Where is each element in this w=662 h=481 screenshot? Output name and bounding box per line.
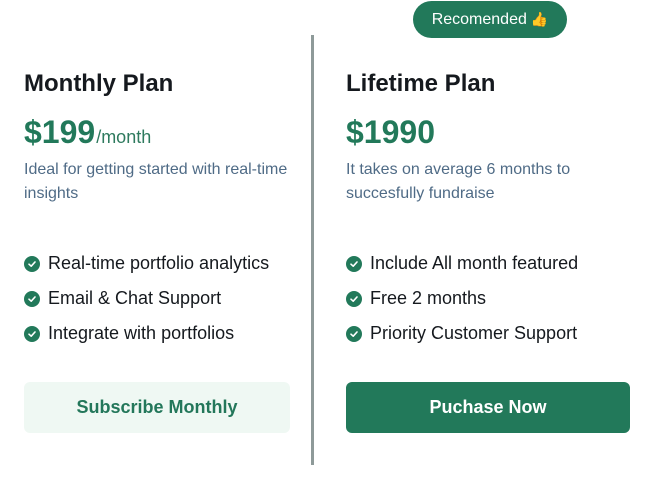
thumbs-up-icon: 👍 — [530, 11, 549, 27]
check-circle-icon — [346, 290, 362, 307]
plan-price: $199/month — [24, 114, 151, 151]
plan-description: It takes on average 6 months to succesfu… — [346, 161, 571, 202]
feature-label: Integrate with portfolios — [48, 323, 235, 343]
plan-title: Monthly Plan — [24, 70, 174, 97]
feature-item: Priority Customer Support — [346, 316, 578, 351]
feature-label: Include All month featured — [370, 253, 579, 273]
feature-item: Email & Chat Support — [24, 281, 269, 316]
purchase-now-button[interactable]: Puchase Now — [346, 382, 630, 433]
check-circle-icon — [24, 325, 40, 342]
plan-price: $1990 — [346, 114, 435, 151]
plan-title: Lifetime Plan — [346, 70, 496, 97]
feature-label: Email & Chat Support — [48, 288, 222, 308]
feature-item: Integrate with portfolios — [24, 316, 269, 351]
feature-list: Real-time portfolio analytics Email & Ch… — [24, 246, 269, 351]
feature-item: Real-time portfolio analytics — [24, 246, 269, 281]
price-amount: $199 — [24, 114, 96, 150]
subscribe-monthly-button[interactable]: Subscribe Monthly — [24, 382, 290, 433]
check-circle-icon — [24, 290, 40, 307]
price-amount: $1990 — [346, 114, 435, 150]
feature-item: Free 2 months — [346, 281, 578, 316]
feature-label: Free 2 months — [370, 288, 487, 308]
feature-label: Priority Customer Support — [370, 323, 578, 343]
recommended-badge: Recomended 👍 — [413, 1, 567, 38]
pricing-section: Recomended 👍 Monthly Plan $199/month Ide… — [0, 0, 662, 481]
check-circle-icon — [346, 325, 362, 342]
plan-description: Ideal for getting started with real-time… — [24, 161, 288, 202]
check-circle-icon — [24, 255, 40, 272]
plan-divider — [311, 35, 314, 465]
price-period: /month — [96, 127, 152, 147]
check-circle-icon — [346, 255, 362, 272]
feature-label: Real-time portfolio analytics — [48, 253, 270, 273]
feature-list: Include All month featured Free 2 months… — [346, 246, 578, 351]
recommended-badge-label: Recomended — [431, 10, 527, 28]
feature-item: Include All month featured — [346, 246, 578, 281]
